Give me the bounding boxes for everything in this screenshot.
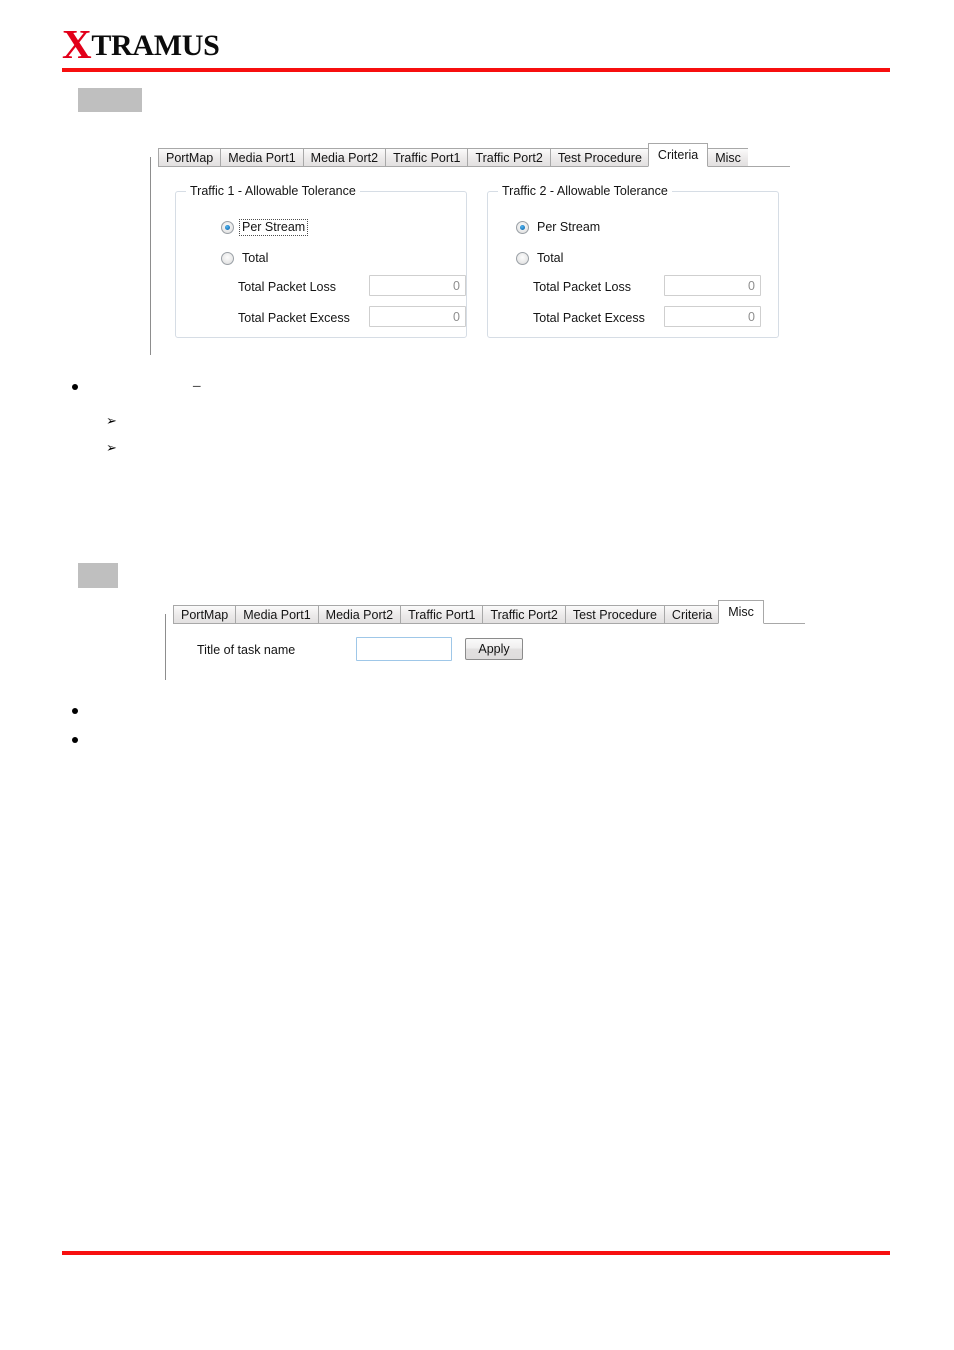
tab-test-procedure[interactable]: Test Procedure	[549, 148, 649, 167]
sub-bullet-arrow-1: ➢	[106, 414, 117, 429]
radio-label-per-stream[interactable]: Per Stream	[535, 220, 602, 235]
radio-label-total[interactable]: Total	[535, 251, 565, 266]
logo-wordmark: TRAMUS	[91, 29, 220, 62]
traffic2-radio-total[interactable]: Total	[516, 251, 565, 266]
header-divider-rule	[62, 68, 890, 72]
tab-media-port2[interactable]: Media Port2	[302, 148, 386, 167]
traffic1-group-title: Traffic 1 - Allowable Tolerance	[186, 184, 360, 198]
criteria-tab-screenshot: PortMap Media Port1 Media Port2 Traffic …	[150, 143, 790, 355]
traffic1-total-packet-loss-input[interactable]: 0	[369, 275, 466, 296]
panel-left-edge	[150, 157, 151, 355]
misc-tab-strip[interactable]: PortMap Media Port1 Media Port2 Traffic …	[173, 600, 805, 624]
misc-tab-screenshot: PortMap Media Port1 Media Port2 Traffic …	[165, 600, 805, 680]
traffic2-total-packet-excess-input[interactable]: 0	[664, 306, 761, 327]
tab-criteria[interactable]: Criteria	[663, 605, 720, 624]
traffic1-radio-total[interactable]: Total	[221, 251, 270, 266]
bullet-point-1	[72, 384, 78, 390]
traffic2-tolerance-group: Traffic 2 - Allowable Tolerance Per Stre…	[487, 184, 779, 338]
tab-traffic-port1[interactable]: Traffic Port1	[385, 148, 468, 167]
radio-selected-icon[interactable]	[221, 221, 234, 234]
tab-media-port1[interactable]: Media Port1	[220, 148, 303, 167]
bullet-point-2	[72, 708, 78, 714]
tab-test-procedure[interactable]: Test Procedure	[564, 605, 664, 624]
tab-strip-filler	[747, 147, 790, 167]
tab-traffic-port2[interactable]: Traffic Port2	[467, 148, 550, 167]
traffic2-radio-per-stream[interactable]: Per Stream	[516, 220, 602, 235]
traffic2-total-packet-loss-label: Total Packet Loss	[533, 280, 631, 294]
xtramus-logo: XTRAMUS	[62, 24, 220, 65]
traffic1-radio-per-stream[interactable]: Per Stream	[221, 219, 309, 236]
tab-misc[interactable]: Misc	[707, 148, 748, 167]
task-name-label: Title of task name	[197, 643, 296, 657]
traffic2-group-title: Traffic 2 - Allowable Tolerance	[498, 184, 672, 198]
traffic2-total-packet-loss-input[interactable]: 0	[664, 275, 761, 296]
panel-left-edge	[165, 614, 166, 680]
redacted-heading-block-1	[78, 88, 142, 112]
traffic1-total-packet-excess-label: Total Packet Excess	[238, 311, 350, 325]
bullet-dash-1: –	[193, 378, 201, 394]
page-header: XTRAMUS	[0, 0, 954, 80]
tab-criteria[interactable]: Criteria	[647, 143, 709, 167]
tab-strip-filler	[762, 604, 805, 624]
tab-portmap[interactable]: PortMap	[173, 605, 236, 624]
radio-label-per-stream[interactable]: Per Stream	[238, 219, 309, 236]
traffic2-total-packet-excess-label: Total Packet Excess	[533, 311, 645, 325]
apply-button[interactable]: Apply	[465, 638, 523, 660]
tab-media-port1[interactable]: Media Port1	[235, 605, 318, 624]
tab-portmap[interactable]: PortMap	[158, 148, 221, 167]
redacted-heading-block-2	[78, 563, 118, 588]
footer-divider-rule	[62, 1251, 890, 1255]
traffic1-tolerance-group: Traffic 1 - Allowable Tolerance Per Stre…	[175, 184, 467, 338]
task-name-input[interactable]	[356, 637, 452, 661]
tab-misc[interactable]: Misc	[718, 600, 764, 624]
tab-traffic-port1[interactable]: Traffic Port1	[400, 605, 483, 624]
radio-label-total[interactable]: Total	[240, 251, 270, 266]
criteria-tab-strip[interactable]: PortMap Media Port1 Media Port2 Traffic …	[158, 143, 790, 167]
radio-selected-icon[interactable]	[516, 221, 529, 234]
radio-unselected-icon[interactable]	[221, 252, 234, 265]
logo-x-letter: X	[62, 21, 92, 67]
bullet-point-3	[72, 737, 78, 743]
tab-media-port2[interactable]: Media Port2	[317, 605, 401, 624]
traffic1-total-packet-loss-label: Total Packet Loss	[238, 280, 336, 294]
sub-bullet-arrow-2: ➢	[106, 441, 117, 456]
radio-unselected-icon[interactable]	[516, 252, 529, 265]
tab-traffic-port2[interactable]: Traffic Port2	[482, 605, 565, 624]
traffic1-total-packet-excess-input[interactable]: 0	[369, 306, 466, 327]
